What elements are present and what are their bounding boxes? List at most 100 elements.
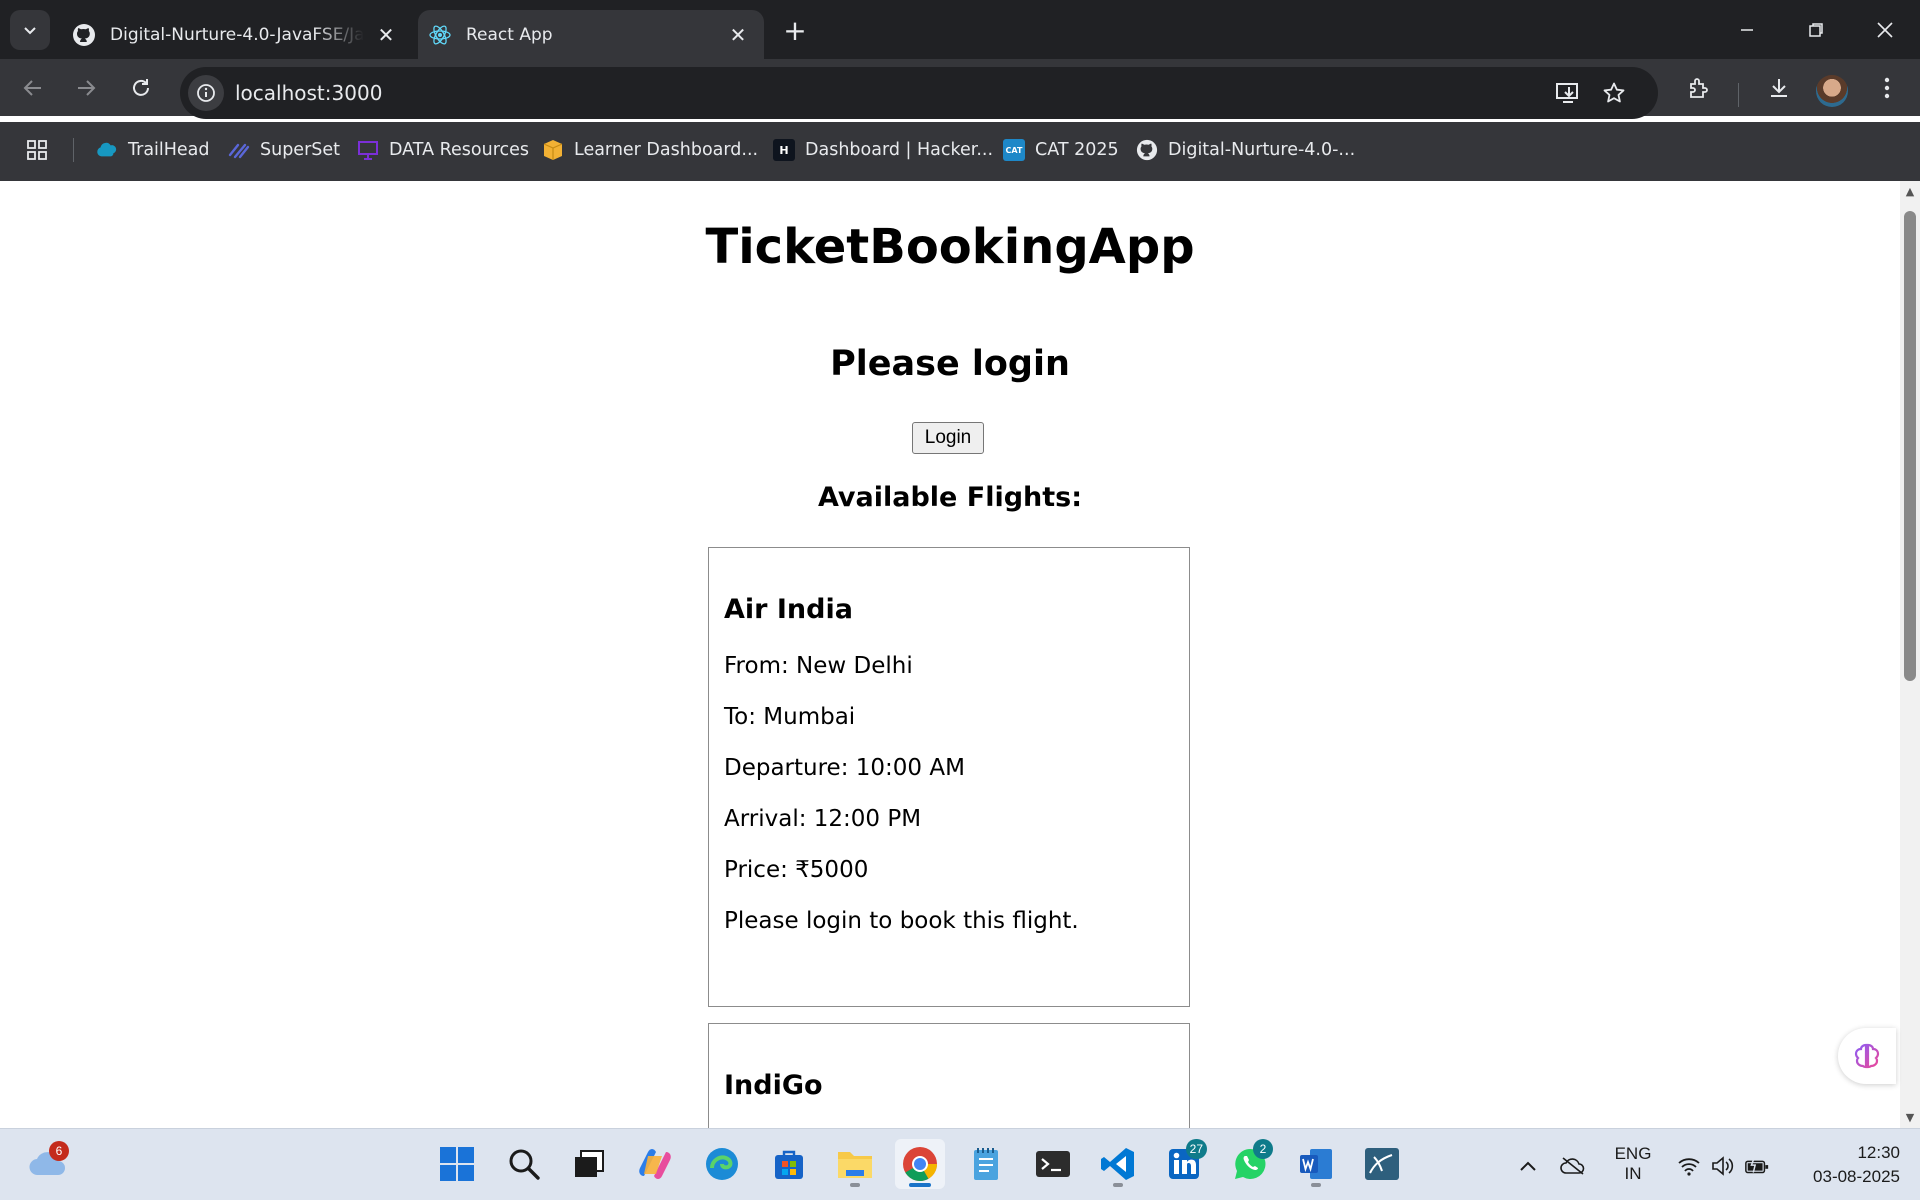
scroll-down-icon[interactable]: ▼ xyxy=(1904,1111,1916,1124)
running-indicator xyxy=(1113,1183,1123,1187)
downloads-button[interactable] xyxy=(1760,69,1798,107)
wifi-icon[interactable] xyxy=(1676,1153,1702,1179)
mysql-workbench-icon xyxy=(1365,1148,1399,1180)
browser-tab-strip: Digital-Nurture-4.0-JavaFSE/Jav ✕ React … xyxy=(0,0,1920,59)
scroll-up-icon[interactable]: ▲ xyxy=(1904,185,1916,198)
task-view-icon xyxy=(575,1150,604,1177)
back-button[interactable] xyxy=(14,69,52,107)
superset-icon xyxy=(228,139,250,161)
onedrive-offline-icon[interactable] xyxy=(1560,1153,1586,1179)
profile-avatar[interactable] xyxy=(1816,75,1848,107)
scrollbar-thumb[interactable] xyxy=(1904,211,1916,681)
apps-button[interactable] xyxy=(26,134,48,166)
tab-title: React App xyxy=(466,24,553,45)
tab-github[interactable]: Digital-Nurture-4.0-JavaFSE/Jav ✕ xyxy=(62,10,412,59)
site-info-icon[interactable] xyxy=(188,75,224,111)
copilot-button[interactable] xyxy=(630,1139,680,1189)
bookmark-label: CAT 2025 xyxy=(1035,140,1119,160)
linkedin-badge: 27 xyxy=(1185,1139,1207,1159)
flight-to: To: Mumbai xyxy=(724,704,856,730)
page-scrollbar[interactable]: ▲ ▼ xyxy=(1900,181,1920,1128)
task-view-button[interactable] xyxy=(564,1139,614,1189)
notepad-button[interactable] xyxy=(961,1139,1011,1189)
clock-time: 12:30 xyxy=(1857,1143,1900,1162)
restore-icon[interactable] xyxy=(1794,8,1838,52)
bookmark-learner-dashboard[interactable]: Learner Dashboard... xyxy=(542,134,758,166)
github-icon xyxy=(1136,139,1158,161)
clock[interactable]: 12:30 03-08-2025 xyxy=(1790,1143,1910,1187)
mysql-workbench-button[interactable] xyxy=(1357,1139,1407,1189)
bookmark-label: TrailHead xyxy=(128,140,210,160)
vscode-icon xyxy=(1101,1148,1134,1180)
bookmark-hackerrank[interactable]: H Dashboard | Hacker... xyxy=(773,134,993,166)
chevron-up-icon[interactable] xyxy=(1515,1153,1541,1179)
new-tab-button[interactable]: + xyxy=(780,14,810,47)
bookmark-label: Digital-Nurture-4.0-... xyxy=(1168,140,1356,160)
tab-title: Digital-Nurture-4.0-JavaFSE/Jav xyxy=(110,24,364,45)
terminal-icon xyxy=(1036,1151,1070,1177)
vscode-button[interactable] xyxy=(1093,1139,1143,1189)
bookmark-label: DATA Resources xyxy=(389,140,530,160)
browser-toolbar: localhost:3000 xyxy=(0,59,1920,119)
bookmark-label: SuperSet xyxy=(260,140,341,160)
weather-widget[interactable]: 6 xyxy=(23,1139,73,1189)
volume-icon[interactable] xyxy=(1710,1153,1736,1179)
page-viewport: TicketBookingApp Please login Login Avai… xyxy=(0,181,1900,1128)
bookmark-trailhead[interactable]: TrailHead xyxy=(96,134,210,166)
ai-assistant-button[interactable] xyxy=(1838,1028,1896,1084)
bookmark-star-icon[interactable] xyxy=(1598,77,1630,109)
extensions-button[interactable] xyxy=(1680,69,1718,107)
windows-taskbar: 6 27 2 ENG IN 12:30 03-08-2025 xyxy=(0,1128,1920,1200)
language-code: ENG xyxy=(1614,1144,1652,1163)
cat-icon: CAT xyxy=(1003,139,1025,161)
presentation-icon xyxy=(357,139,379,161)
login-heading: Please login xyxy=(830,344,1070,384)
minimize-icon[interactable] xyxy=(1725,8,1769,52)
tab-react-app[interactable]: React App ✕ xyxy=(418,10,764,59)
terminal-button[interactable] xyxy=(1028,1139,1078,1189)
file-explorer-button[interactable] xyxy=(830,1139,880,1189)
flight-from: From: New Delhi xyxy=(724,653,913,679)
chrome-button[interactable] xyxy=(895,1139,945,1189)
address-bar[interactable]: localhost:3000 xyxy=(180,67,1658,119)
clock-date: 03-08-2025 xyxy=(1813,1167,1900,1186)
react-icon xyxy=(428,23,452,47)
reload-icon xyxy=(133,79,149,96)
toolbar-divider xyxy=(1738,83,1739,107)
active-indicator xyxy=(909,1183,931,1187)
weather-badge: 6 xyxy=(49,1141,69,1161)
menu-button[interactable] xyxy=(1868,69,1906,107)
bookmark-label: Learner Dashboard... xyxy=(574,140,759,160)
start-button[interactable] xyxy=(432,1139,482,1189)
whatsapp-badge: 2 xyxy=(1253,1139,1273,1159)
bookmark-superset[interactable]: SuperSet xyxy=(228,134,340,166)
puzzle-icon xyxy=(1690,78,1708,98)
forward-button[interactable] xyxy=(67,69,105,107)
install-app-icon[interactable] xyxy=(1552,77,1584,109)
bookmark-data-resources[interactable]: DATA Resources xyxy=(357,134,529,166)
folder-icon xyxy=(838,1152,872,1178)
reload-button[interactable] xyxy=(122,69,160,107)
store-button[interactable] xyxy=(764,1139,814,1189)
tab-search-button[interactable] xyxy=(10,10,50,50)
close-tab-icon[interactable]: ✕ xyxy=(372,21,400,49)
arrow-left-icon xyxy=(23,80,41,96)
bookmark-cat-2025[interactable]: CAT CAT 2025 xyxy=(1003,134,1119,166)
store-icon xyxy=(775,1150,803,1179)
language-indicator[interactable]: ENG IN xyxy=(1608,1144,1658,1184)
whatsapp-button[interactable]: 2 xyxy=(1225,1139,1275,1189)
close-tab-icon[interactable]: ✕ xyxy=(724,21,752,49)
battery-charging-icon[interactable] xyxy=(1744,1153,1770,1179)
flight-card: Air India From: New Delhi To: Mumbai Dep… xyxy=(708,547,1190,1007)
login-button[interactable]: Login xyxy=(912,422,984,454)
github-icon xyxy=(72,23,96,47)
url-text[interactable]: localhost:3000 xyxy=(235,81,382,105)
edge-button[interactable] xyxy=(697,1139,747,1189)
bookmark-digital-nurture[interactable]: Digital-Nurture-4.0-... xyxy=(1136,134,1355,166)
hackerrank-icon: H xyxy=(773,139,795,161)
close-window-icon[interactable] xyxy=(1863,8,1907,52)
word-button[interactable] xyxy=(1291,1139,1341,1189)
arrow-right-icon xyxy=(78,80,96,96)
search-button[interactable] xyxy=(499,1139,549,1189)
linkedin-button[interactable]: 27 xyxy=(1159,1139,1209,1189)
